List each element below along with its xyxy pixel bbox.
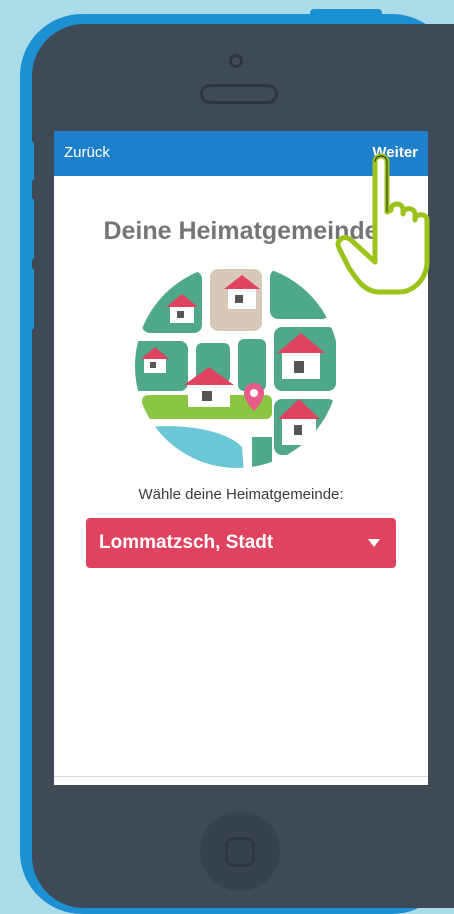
speaker-grill (200, 84, 278, 104)
caret-down-icon (368, 539, 380, 547)
select-caption: Wähle deine Heimatgemeinde: (138, 486, 344, 503)
back-button[interactable]: Zurück (64, 144, 110, 161)
phone-side-button (22, 141, 34, 181)
home-square-icon (225, 837, 255, 867)
divider (54, 776, 428, 777)
phone-power-button (310, 9, 382, 19)
village-map-illustration (135, 264, 339, 468)
selected-municipality: Lommatzsch, Stadt (99, 532, 274, 553)
municipality-select[interactable]: Lommatzsch, Stadt (86, 518, 396, 568)
phone-volume-down (22, 268, 34, 330)
pointing-hand-icon (335, 153, 430, 295)
phone-volume-up (22, 198, 34, 260)
camera-icon (229, 54, 243, 68)
